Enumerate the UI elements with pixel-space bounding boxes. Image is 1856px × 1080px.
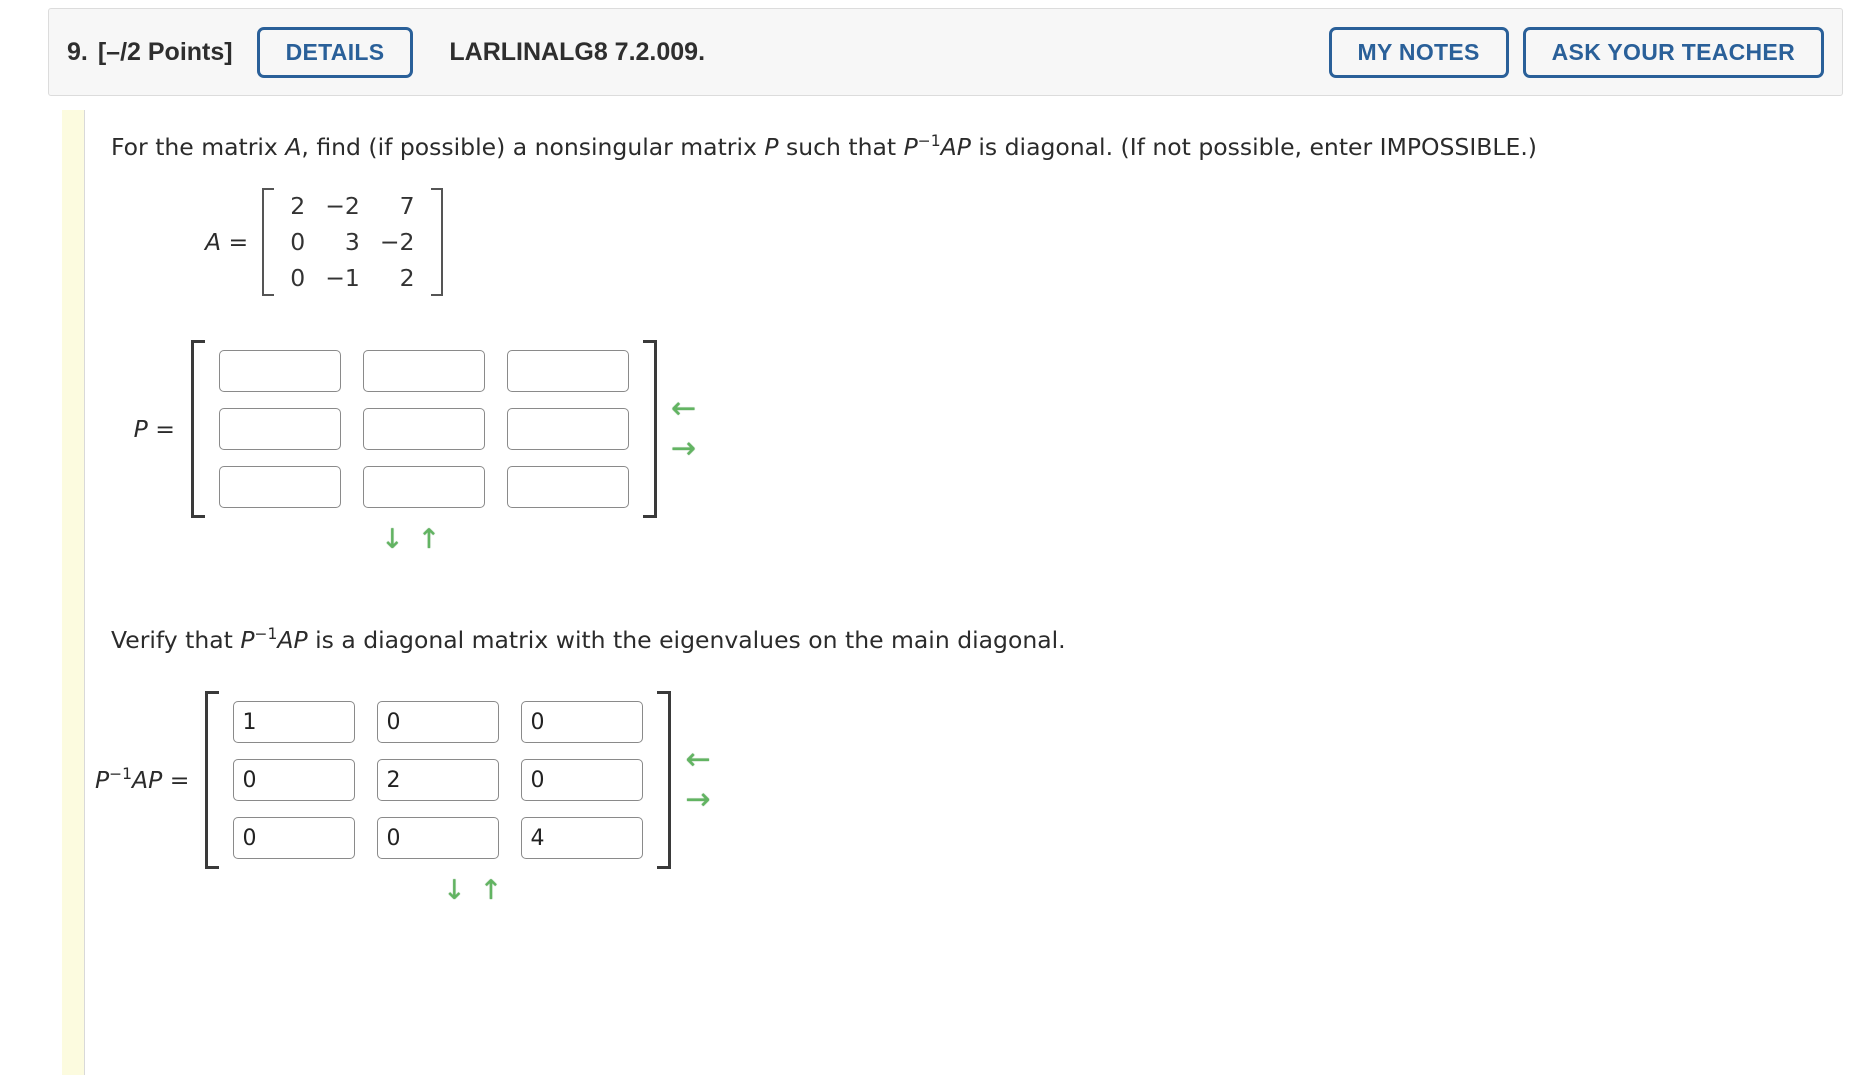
matrix-pap-input-r1c0[interactable]: [233, 759, 356, 802]
verify-pinv-exponent: −1: [254, 625, 278, 644]
matrix-a-display: A = 2 −2 7 0 3 −2 0 −1 2: [205, 188, 1843, 297]
matrix-a-grid: 2 −2 7 0 3 −2 0 −1 2: [280, 188, 424, 296]
matrix-p-input-r2c0[interactable]: [219, 466, 341, 509]
arrow-up-icon[interactable]: ↑: [418, 526, 441, 553]
arrow-down-icon[interactable]: ↓: [381, 526, 404, 553]
arrow-left-icon[interactable]: ←: [685, 745, 710, 775]
verify-pinv-ap: AP: [277, 626, 308, 655]
matrix-pap-input-grid: [219, 691, 657, 869]
matrix-p-bottom-arrows: ↓ ↑: [381, 526, 1843, 553]
verify-prompt: Verify that P−1AP is a diagonal matrix w…: [111, 623, 1843, 657]
verify-part2: is a diagonal matrix with the eigenvalue…: [307, 626, 1066, 655]
content-wrapper: For the matrix A, find (if possible) a n…: [62, 110, 1843, 1075]
question-header: 9. [–/2 Points] DETAILS LARLINALG8 7.2.0…: [48, 8, 1843, 96]
matrix-pap-core: [205, 691, 672, 870]
points-badge: [–/2 Points]: [97, 37, 233, 66]
question-body: For the matrix A, find (if possible) a n…: [84, 110, 1843, 1075]
matrix-a-cell: 2: [290, 192, 306, 221]
matrix-a-cell: 0: [290, 264, 306, 293]
matrix-pap-label-p: P: [95, 766, 110, 795]
matrix-p-input-r1c0[interactable]: [219, 408, 341, 451]
arrow-down-icon[interactable]: ↓: [443, 877, 466, 904]
matrix-p-side-arrows: ← →: [671, 394, 696, 464]
matrix-p-bracket-right: [643, 340, 657, 519]
matrix-a-bracket-left: [262, 188, 275, 297]
my-notes-button[interactable]: MY NOTES: [1328, 26, 1509, 78]
matrix-pap-input-r1c2[interactable]: [521, 759, 644, 802]
matrix-pap-section: P−1AP = 1 0 0 0 2 0 0 0 4 ← → ↓ ↑: [85, 691, 1843, 904]
matrix-pap-block: P−1AP = 1 0 0 0 2 0 0 0 4 ← →: [95, 691, 1843, 870]
matrix-a-cell: −1: [325, 264, 360, 293]
arrow-right-icon[interactable]: →: [671, 434, 696, 464]
matrix-p-label-text: P =: [133, 415, 175, 444]
question-code: LARLINALG8 7.2.009.: [449, 37, 706, 66]
matrix-pap-input-r2c0[interactable]: [233, 817, 356, 860]
arrow-up-icon[interactable]: ↑: [480, 877, 503, 904]
matrix-pap-label-exponent: −1: [109, 765, 133, 784]
prompt-var-p: P: [764, 133, 779, 161]
question-number: 9.: [67, 37, 88, 66]
matrix-p-input-r1c1[interactable]: [363, 408, 485, 451]
matrix-a-label: A =: [205, 228, 248, 256]
matrix-pap-input-r2c2[interactable]: [521, 817, 644, 860]
prompt-part2: , find (if possible) a nonsingular matri…: [301, 133, 765, 161]
matrix-p-section: P = ← → ↓ ↑: [85, 340, 1843, 553]
header-actions: MY NOTES ASK YOUR TEACHER: [1328, 26, 1824, 78]
table-row: 2 −2 7: [280, 188, 424, 224]
prompt-part3: such that: [778, 133, 904, 161]
matrix-a-cell: −2: [325, 192, 360, 221]
prompt-part4: is diagonal. (If not possible, enter IMP…: [970, 133, 1537, 161]
question-prompt: For the matrix A, find (if possible) a n…: [111, 130, 1843, 164]
matrix-pap-input-r2c1[interactable]: [377, 817, 500, 860]
table-row: 0 −1 2: [280, 260, 424, 296]
matrix-p-label: P =: [95, 415, 191, 443]
matrix-pap-input-r0c2[interactable]: [521, 701, 644, 744]
matrix-pap-input-r1c1[interactable]: [377, 759, 500, 802]
matrix-pap-bottom-arrows: ↓ ↑: [443, 877, 1843, 904]
matrix-a-cell: 3: [344, 228, 360, 257]
prompt-pinv-exponent: −1: [917, 132, 941, 151]
details-button[interactable]: DETAILS: [256, 26, 414, 78]
matrix-pap-side-arrows: ← →: [685, 745, 710, 815]
matrix-a-label-text: A =: [205, 228, 249, 257]
matrix-pap-bracket-left: [205, 691, 220, 870]
matrix-p-block: P = ← →: [95, 340, 1843, 519]
verify-pinv-p: P: [240, 626, 255, 655]
matrix-pap-label-ap: AP =: [132, 766, 190, 795]
matrix-p-core: [191, 340, 657, 519]
matrix-p-input-r0c2[interactable]: [507, 350, 629, 393]
table-row: 0 3 −2: [280, 224, 424, 260]
matrix-a-cell: 2: [399, 264, 415, 293]
prompt-pinv-ap: AP: [940, 133, 971, 161]
prompt-var-a: A: [285, 133, 302, 161]
verify-part1: Verify that: [111, 626, 241, 655]
matrix-p-input-r0c1[interactable]: [363, 350, 485, 393]
matrix-p-input-r1c2[interactable]: [507, 408, 629, 451]
matrix-pap-label: P−1AP =: [95, 766, 205, 794]
matrix-pap-input-r0c1[interactable]: [377, 701, 500, 744]
prompt-pinv-p: P: [903, 133, 918, 161]
prompt-part1: For the matrix: [111, 133, 286, 161]
matrix-p-input-r2c2[interactable]: [507, 466, 629, 509]
matrix-a-cell: −2: [379, 228, 415, 257]
matrix-p-input-r2c1[interactable]: [363, 466, 485, 509]
ask-your-teacher-button[interactable]: ASK YOUR TEACHER: [1522, 26, 1824, 78]
matrix-a-bracket-right: [430, 188, 443, 297]
matrix-p-input-grid: [205, 340, 643, 518]
matrix-p-bracket-left: [191, 340, 205, 519]
question-page: 9. [–/2 Points] DETAILS LARLINALG8 7.2.0…: [0, 0, 1856, 1080]
matrix-a-cell-highlighted: 7: [399, 192, 415, 221]
arrow-right-icon[interactable]: →: [685, 785, 710, 815]
arrow-left-icon[interactable]: ←: [671, 394, 696, 424]
matrix-p-input-r0c0[interactable]: [219, 350, 341, 393]
matrix-pap-input-r0c0[interactable]: [233, 701, 356, 744]
left-yellow-strip: [62, 110, 84, 1075]
matrix-a-cell: 0: [290, 228, 306, 257]
matrix-pap-bracket-right: [657, 691, 672, 870]
